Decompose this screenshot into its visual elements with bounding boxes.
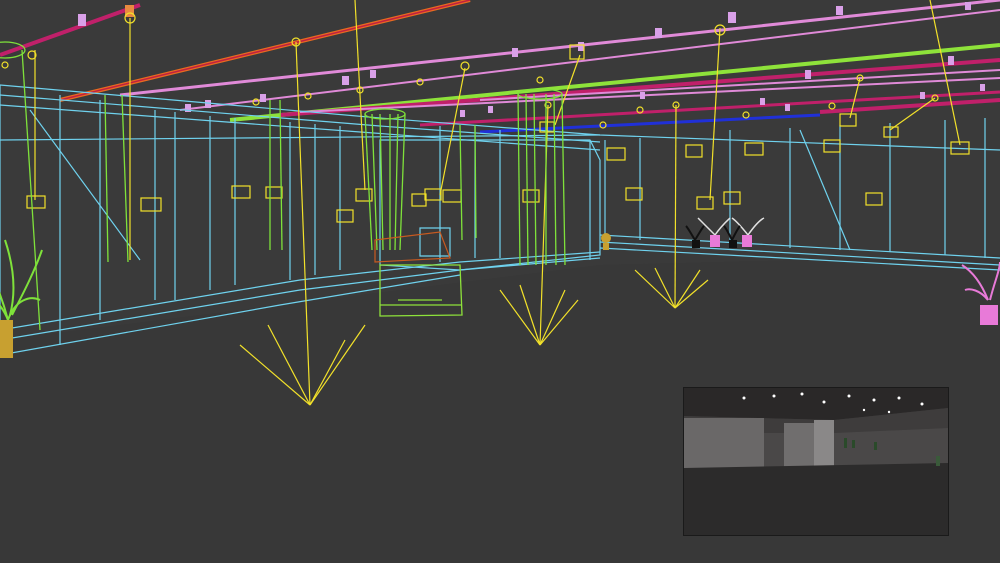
3d-viewport[interactable] bbox=[0, 0, 1000, 563]
render-preview-window[interactable] bbox=[683, 387, 949, 536]
render-preview-image bbox=[684, 388, 948, 535]
